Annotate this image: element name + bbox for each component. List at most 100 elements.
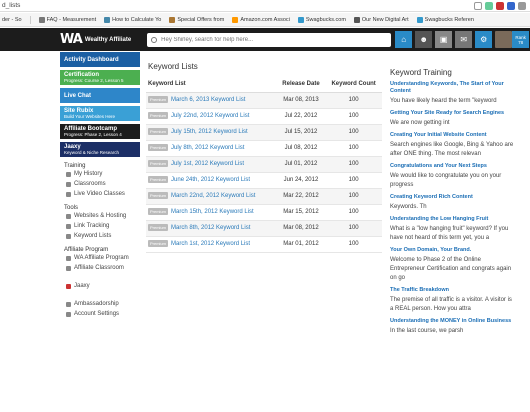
search-box[interactable] <box>147 32 392 47</box>
bookmark[interactable]: Amazon.com Associ <box>232 16 290 23</box>
training-link[interactable]: Understanding Keywords, The Start of You… <box>390 81 514 95</box>
search-icon <box>151 36 158 43</box>
sidebar-link[interactable]: My History <box>60 169 140 179</box>
premium-badge: Premium <box>148 160 169 168</box>
keyword-list-link[interactable]: March 8th, 2012 Keyword List <box>171 226 250 232</box>
sidebar-link[interactable]: Live Video Classes <box>60 189 140 199</box>
training-link[interactable]: Creating Your Initial Website Content <box>390 132 514 139</box>
training-link[interactable]: Getting Your Site Ready for Search Engin… <box>390 110 514 117</box>
sidebar-link[interactable]: Websites & Hosting <box>60 211 140 221</box>
keyword-count-cell: 100 <box>325 124 382 141</box>
column-header[interactable]: Keyword Count <box>325 77 382 93</box>
keyword-list-link[interactable]: March 1st, 2012 Keyword List <box>171 242 250 248</box>
bookmark[interactable]: Swagbucks Referen <box>416 16 474 23</box>
amazon-icon <box>232 16 239 23</box>
sidebar-link[interactable]: Keyword Lists <box>60 231 140 241</box>
bookmark[interactable]: Special Offers from <box>169 16 224 23</box>
keyword-list-cell: Premium July 1st, 2012 Keyword List <box>146 156 277 173</box>
extension-icon[interactable] <box>485 1 493 10</box>
keyword-list-link[interactable]: July 1st, 2012 Keyword List <box>171 162 244 168</box>
video-icon <box>66 191 71 197</box>
megaphone-icon <box>66 301 71 307</box>
release-date-cell: Jul 22, 2012 <box>276 108 326 125</box>
bookmark[interactable]: der - So <box>2 17 22 23</box>
table-row[interactable]: Premium July 8th, 2012 Keyword List Jul 08… <box>146 140 382 157</box>
bookmark[interactable]: Our New Digital Art <box>353 16 409 23</box>
settings-icon[interactable]: ⚙ <box>475 31 493 48</box>
keyword-list-link[interactable]: July 15th, 2012 Keyword List <box>171 130 248 136</box>
bookmark[interactable]: Swagbucks.com <box>297 16 346 23</box>
sidebar-link[interactable]: Link Tracking <box>60 221 140 231</box>
release-date-cell: Jul 08, 2012 <box>276 140 326 157</box>
sidebar-link[interactable]: Classrooms <box>60 179 140 189</box>
sidebar-item-site-rubix[interactable]: Site Rubix Build Your Websites Here <box>60 106 140 121</box>
url-text[interactable]: d_lists <box>0 2 474 9</box>
page-icon <box>104 16 111 23</box>
table-row[interactable]: Premium March 22nd, 2012 Keyword List Mar … <box>146 188 382 205</box>
logo-mark: WA <box>60 32 83 47</box>
bookmark[interactable]: FAQ - Measurement <box>38 16 96 23</box>
sidebar-item-bootcamp[interactable]: Affiliate Bootcamp Progress: Phase 2, Le… <box>60 124 140 139</box>
swagbucks-icon <box>297 16 304 23</box>
sidebar-item-jaaxy[interactable]: Jaaxy Keyword & Niche Research <box>60 142 140 157</box>
sidebar-link[interactable]: WA Affiliate Program <box>60 253 140 263</box>
sidebar-item-activity[interactable]: Activity Dashboard <box>60 52 140 67</box>
search-input[interactable] <box>161 36 382 43</box>
keyword-list-link[interactable]: July 22nd, 2012 Keyword List <box>171 114 249 120</box>
page-icon <box>353 16 360 23</box>
logo[interactable]: WA Wealthy Affiliate <box>0 32 131 47</box>
training-link[interactable]: Creating Keyword Rich Content <box>390 194 514 201</box>
table-row[interactable]: Premium March 8th, 2012 Keyword List Mar 0… <box>146 220 382 237</box>
swagbucks-icon <box>416 16 423 23</box>
training-link[interactable]: The Traffic Breakdown <box>390 287 514 294</box>
table-row[interactable]: Premium July 1st, 2012 Keyword List Jul 01… <box>146 156 382 173</box>
dollar-icon <box>66 255 71 261</box>
sidebar-link-jaaxy[interactable]: Jaaxy <box>60 281 140 291</box>
training-link[interactable]: Your Own Domain, Your Brand. <box>390 247 514 254</box>
keyword-list-link[interactable]: March 15th, 2012 Keyword List <box>171 210 254 216</box>
home-icon[interactable]: ⌂ <box>395 31 413 48</box>
sidebar-link[interactable]: Ambassadorship <box>60 299 140 309</box>
training-link[interactable]: Understanding the MONEY in Online Busine… <box>390 318 514 325</box>
address-bar[interactable]: d_lists <box>0 0 530 12</box>
extension-icon[interactable] <box>507 1 515 10</box>
save-icon[interactable]: ▣ <box>435 31 453 48</box>
table-row[interactable]: Premium July 15th, 2012 Keyword List Jul 1… <box>146 124 382 141</box>
sidebar-item-certification[interactable]: Certification Progress: Course 2, Lesson… <box>60 70 140 85</box>
premium-badge: Premium <box>148 224 169 232</box>
classroom-icon <box>66 181 71 187</box>
sidebar-link[interactable]: Affiliate Classroom <box>60 263 140 273</box>
keyword-list-cell: Premium July 8th, 2012 Keyword List <box>146 140 277 157</box>
table-row[interactable]: Premium March 15th, 2012 Keyword List Mar … <box>146 204 382 221</box>
training-excerpt: You have likely heard the term "keyword <box>390 98 497 104</box>
mail-icon[interactable]: ✉ <box>455 31 473 48</box>
column-header[interactable]: Release Date <box>276 77 326 93</box>
release-date-cell: Mar 15, 2012 <box>276 204 326 221</box>
keyword-count-cell: 100 <box>325 172 382 189</box>
people-icon[interactable]: ☻ <box>415 31 433 48</box>
keyword-list-cell: Premium July 22nd, 2012 Keyword List <box>146 108 277 125</box>
bookmark[interactable]: How to Calculate Yo <box>104 16 161 23</box>
keyword-list-link[interactable]: March 22nd, 2012 Keyword List <box>171 194 255 200</box>
table-row[interactable]: Premium March 1st, 2012 Keyword List Mar 0… <box>146 236 382 253</box>
link-icon <box>66 223 71 229</box>
avatar[interactable] <box>495 31 513 48</box>
rank-badge[interactable]: Rank 78 <box>512 31 530 48</box>
training-link[interactable]: Understanding the Low Hanging Fruit <box>390 216 514 223</box>
keyword-list-link[interactable]: June 24th, 2012 Keyword List <box>171 178 250 184</box>
table-row[interactable]: Premium June 24th, 2012 Keyword List Jun 2… <box>146 172 382 189</box>
keyword-list-cell: Premium March 15th, 2012 Keyword List <box>146 204 277 221</box>
column-header[interactable]: Keyword List <box>146 77 277 93</box>
sidebar-link[interactable]: Account Settings <box>60 309 140 319</box>
extension-icon[interactable] <box>496 1 504 10</box>
keyword-list-cell: Premium March 8th, 2012 Keyword List <box>146 220 277 237</box>
table-row[interactable]: Premium March 6, 2013 Keyword List Mar 08,… <box>146 92 382 109</box>
release-date-cell: Mar 08, 2013 <box>276 92 326 109</box>
star-icon[interactable] <box>474 1 482 10</box>
keyword-list-link[interactable]: March 6, 2013 Keyword List <box>171 98 245 104</box>
menu-icon[interactable] <box>518 1 526 10</box>
table-row[interactable]: Premium July 22nd, 2012 Keyword List Jul 2… <box>146 108 382 125</box>
training-link[interactable]: Congratulations and Your Next Steps <box>390 163 514 170</box>
sidebar-item-live-chat[interactable]: Live Chat <box>60 88 140 103</box>
keyword-list-link[interactable]: July 8th, 2012 Keyword List <box>171 146 244 152</box>
